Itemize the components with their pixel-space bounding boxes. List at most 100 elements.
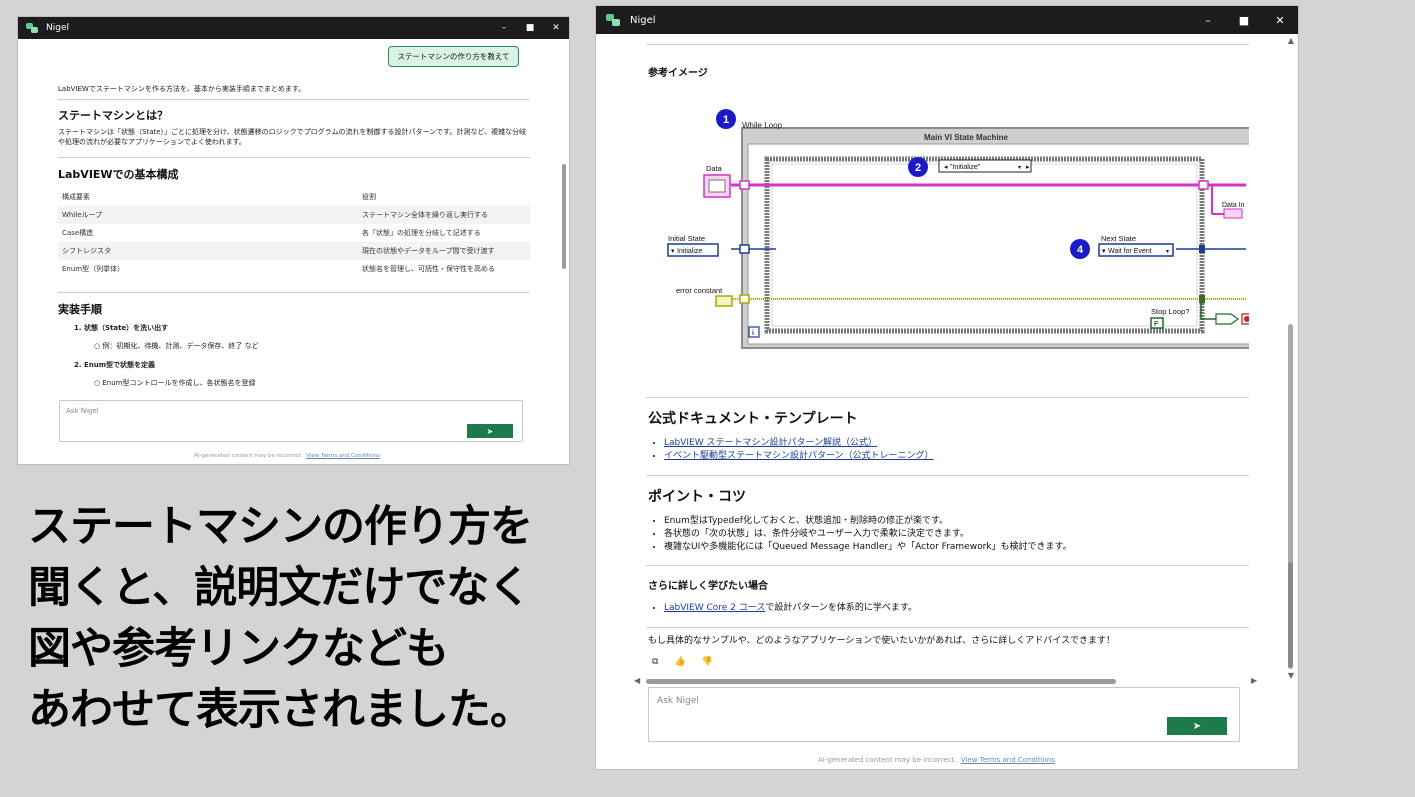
svg-text:Wait for Event: Wait for Event bbox=[1108, 248, 1152, 255]
docs-link[interactable]: イベント駆動型ステートマシン設計パターン（公式トレーニング） bbox=[664, 451, 934, 461]
section-heading: 公式ドキュメント・テンプレート bbox=[648, 411, 858, 427]
table-header-row: 構成要素 役割 bbox=[58, 188, 530, 206]
list-item: LabVIEW Core 2 コースで設計パターンを体系的に学べます。 bbox=[664, 602, 917, 615]
svg-text:▸: ▸ bbox=[1026, 164, 1030, 171]
maximize-button[interactable]: ■ bbox=[1226, 14, 1262, 27]
horizontal-scrollbar[interactable] bbox=[646, 679, 1116, 684]
list-item-text: で設計パターンを体系的に学べます。 bbox=[765, 603, 917, 613]
error-constant bbox=[715, 295, 733, 307]
table-cell: シフトレジスタ bbox=[58, 242, 358, 260]
ask-input[interactable]: Ask Nigel ➤ bbox=[648, 687, 1240, 742]
error-constant-label: error constant bbox=[676, 286, 723, 295]
docs-link-list: LabVIEW ステートマシン設計パターン解説（公式） イベント駆動型ステートマ… bbox=[664, 437, 934, 463]
nigel-logo-icon bbox=[26, 23, 38, 33]
svg-text:▾: ▾ bbox=[1102, 248, 1106, 255]
send-button[interactable]: ➤ bbox=[467, 424, 513, 438]
close-button[interactable]: ✕ bbox=[1262, 14, 1298, 27]
vi-title: Main VI State Machine bbox=[924, 133, 1009, 142]
initial-state-label: Initial State bbox=[668, 234, 705, 243]
table-cell: Whileループ bbox=[58, 206, 358, 224]
svg-text:▾: ▾ bbox=[1018, 165, 1021, 171]
step-subitem: ○ 例：初期化、待機、計測、データ保存、終了 など bbox=[94, 342, 259, 350]
caption-line: 図や参考リンクなども bbox=[28, 624, 449, 674]
caption-line: あわせて表示されました。 bbox=[28, 685, 533, 735]
table-cell: 状態名を管理し、可読性・保守性を高める bbox=[362, 265, 495, 273]
learn-list: LabVIEW Core 2 コースで設計パターンを体系的に学べます。 bbox=[664, 602, 917, 615]
message-actions: ⧉ 👍 👎 bbox=[652, 657, 713, 667]
data-label: Data bbox=[706, 164, 723, 173]
table-row: Enum型（列挙体） 状態名を管理し、可読性・保守性を高める bbox=[58, 260, 530, 278]
slide-caption: ステートマシンの作り方を 聞くと、説明文だけでなく 図や参考リンクなども あわせ… bbox=[28, 497, 533, 741]
footer: AI-generated content may be incorrect. V… bbox=[818, 756, 1055, 764]
closing-text: もし具体的なサンプルや、どのようなアプリケーションで使いたいかがあれば、さらに詳… bbox=[648, 636, 1116, 646]
window-title: Nigel bbox=[630, 14, 656, 26]
step-item: 1. 状態（State）を洗い出す bbox=[74, 324, 169, 332]
docs-link[interactable]: LabVIEW ステートマシン設計パターン解説（公式） bbox=[664, 438, 877, 448]
terms-link[interactable]: View Terms and Conditions bbox=[306, 453, 380, 459]
close-button[interactable]: ✕ bbox=[543, 23, 569, 33]
maximize-button[interactable]: ■ bbox=[517, 23, 543, 33]
table-cell: Enum型（列挙体） bbox=[62, 265, 125, 273]
list-item: 各状態の「次の状態」は、条件分岐やユーザー入力で柔軟に決定できます。 bbox=[664, 528, 1072, 541]
case-selector-value: "Initialize" bbox=[950, 164, 981, 171]
components-table: 構成要素 役割 Whileループ ステートマシン全体を繰り返し実行する Case構造… bbox=[58, 188, 530, 278]
course-link[interactable]: LabVIEW Core 2 コース bbox=[664, 603, 765, 613]
while-loop-label: While Loop bbox=[742, 121, 783, 130]
title-bar: Nigel – ■ ✕ bbox=[18, 17, 569, 39]
thumbs-up-icon[interactable]: 👍 bbox=[674, 657, 685, 667]
thumbs-down-icon[interactable]: 👎 bbox=[702, 657, 713, 667]
scroll-down-icon[interactable]: ▼ bbox=[1288, 671, 1294, 680]
divider bbox=[646, 44, 1249, 45]
tips-list: Enum型はTypedef化しておくと、状態追加・削除時の修正が楽です。 各状態… bbox=[664, 515, 1072, 554]
scroll-up-icon[interactable]: ▲ bbox=[1288, 36, 1294, 45]
scroll-left-icon[interactable]: ◀ bbox=[634, 676, 640, 685]
ask-input[interactable]: Ask Nigel ➤ bbox=[59, 400, 523, 442]
vertical-scrollbar[interactable] bbox=[562, 164, 566, 269]
svg-text:▾: ▾ bbox=[1166, 249, 1169, 255]
chat-content: ステートマシンの作り方を教えて LabVIEWでステートマシンを作る方法を、基本… bbox=[18, 39, 569, 464]
divider bbox=[646, 397, 1249, 398]
svg-text:i: i bbox=[752, 330, 754, 337]
step-subtext: Enum型コントロールを作成し、各状態名を登録 bbox=[102, 379, 256, 387]
table-cell: ステートマシン全体を繰り返し実行する bbox=[358, 206, 530, 224]
terms-link[interactable]: View Terms and Conditions bbox=[961, 756, 1055, 764]
nigel-logo-icon bbox=[606, 14, 620, 26]
list-item: LabVIEW ステートマシン設計パターン解説（公式） bbox=[664, 437, 934, 450]
table-cell: 現在の状態やデータをループ間で受け渡す bbox=[358, 242, 530, 260]
user-message-bubble: ステートマシンの作り方を教えて bbox=[388, 46, 519, 67]
minimize-button[interactable]: – bbox=[1190, 14, 1226, 27]
ask-placeholder: Ask Nigel bbox=[66, 407, 99, 415]
svg-text:2: 2 bbox=[915, 162, 921, 174]
vertical-scrollbar-thumb[interactable] bbox=[1288, 562, 1293, 668]
list-item: Enum型はTypedef化しておくと、状態追加・削除時の修正が楽です。 bbox=[664, 515, 1072, 528]
table-header: 役割 bbox=[362, 193, 376, 201]
divider bbox=[646, 565, 1249, 566]
chat-window-left: Nigel – ■ ✕ ステートマシンの作り方を教えて LabVIEWでステート… bbox=[18, 17, 569, 464]
section-heading: さらに詳しく学びたい場合 bbox=[648, 581, 768, 592]
step-text: Enum型で状態を定義 bbox=[83, 361, 156, 369]
list-item: イベント駆動型ステートマシン設計パターン（公式トレーニング） bbox=[664, 450, 934, 463]
divider bbox=[58, 157, 530, 158]
state-machine-diagram: Main VI State Machine ◂ "Initialize" ▾ ▸ bbox=[646, 74, 1249, 374]
svg-text:1: 1 bbox=[723, 114, 729, 126]
copy-icon[interactable]: ⧉ bbox=[652, 657, 658, 667]
stop-loop-label: Stop Loop? bbox=[1151, 307, 1189, 316]
scroll-right-icon[interactable]: ▶ bbox=[1251, 676, 1257, 685]
section-heading: 実装手順 bbox=[58, 303, 102, 316]
svg-text:F: F bbox=[1154, 321, 1159, 328]
divider bbox=[646, 627, 1249, 628]
table-row: シフトレジスタ 現在の状態やデータをループ間で受け渡す bbox=[58, 242, 530, 260]
table-header: 構成要素 bbox=[62, 193, 90, 201]
step-subitem: ○ Enum型コントロールを作成し、各状態名を登録 bbox=[94, 379, 256, 387]
section-heading: LabVIEWでの基本構成 bbox=[58, 168, 179, 181]
iteration-terminal bbox=[748, 326, 760, 338]
data-in-label: Data In bbox=[1222, 202, 1245, 209]
send-button[interactable]: ➤ bbox=[1167, 717, 1227, 735]
caption-line: 聞くと、説明文だけでなく bbox=[28, 563, 531, 613]
minimize-button[interactable]: – bbox=[491, 23, 517, 33]
svg-text:4: 4 bbox=[1077, 244, 1084, 256]
step-item: 2. Enum型で状態を定義 bbox=[74, 361, 156, 369]
svg-text:▾: ▾ bbox=[671, 248, 675, 255]
ask-placeholder: Ask Nigel bbox=[657, 696, 699, 706]
section-heading: ステートマシンとは？ bbox=[58, 109, 168, 122]
